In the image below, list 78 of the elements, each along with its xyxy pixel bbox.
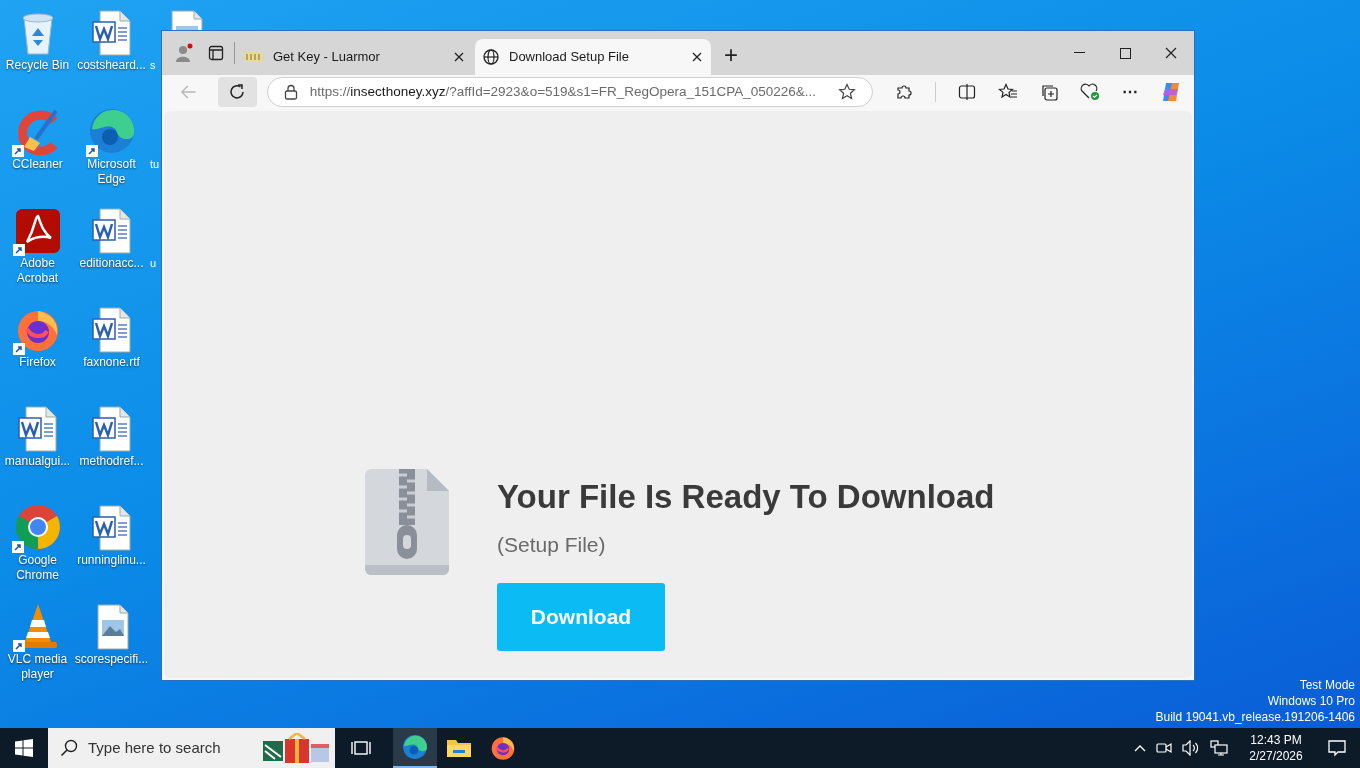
icon-label[interactable]: s (150, 58, 156, 73)
icon-label[interactable]: scorespecifi... (74, 652, 149, 667)
lock-icon[interactable] (283, 84, 298, 100)
system-notice-text: Test Mode (1299, 677, 1355, 693)
word-document-icon (91, 307, 132, 353)
zip-file-icon (365, 469, 449, 575)
word-document-icon (91, 505, 132, 551)
word-document-icon (91, 208, 132, 254)
icon-label[interactable]: editionacc... (74, 256, 149, 271)
chevron-up-icon[interactable] (1134, 744, 1146, 752)
icon-label[interactable]: faxnone.rtf (74, 355, 149, 370)
icon-label[interactable]: manualgui... (0, 454, 75, 469)
gift-boxes-drawing (263, 733, 331, 763)
maximize-icon (1119, 47, 1131, 59)
folder-icon (446, 737, 472, 759)
icon-label[interactable]: VLC media player (0, 652, 75, 682)
copilot-icon[interactable] (1160, 81, 1182, 103)
key-favicon-icon (245, 50, 263, 64)
icon-label[interactable]: u (150, 256, 157, 271)
tab-actions-icon[interactable] (208, 45, 224, 61)
globe-icon (483, 49, 499, 65)
meet-now-icon[interactable] (1156, 740, 1172, 756)
heart-check-icon[interactable] (1080, 83, 1100, 101)
system-notice-text: Build 19041.vb_release.191206-1406 (1155, 709, 1355, 725)
system-notice-text: Windows 10 Pro (1267, 693, 1355, 709)
close-icon[interactable] (453, 51, 465, 63)
split-screen-icon[interactable] (958, 83, 976, 101)
word-document-icon (17, 406, 58, 452)
firefox-icon (490, 735, 516, 761)
page-heading: Your File Is Ready To Download (497, 477, 995, 517)
tab-title: Download Setup File (509, 48, 630, 67)
close-icon (1165, 47, 1177, 59)
reload-button[interactable] (217, 77, 257, 107)
favorites-icon[interactable] (998, 83, 1018, 101)
task-view-icon (351, 739, 371, 757)
new-tab-button[interactable]: + (715, 39, 747, 71)
search-box[interactable]: Type here to search (48, 728, 335, 768)
speaker-icon[interactable] (1182, 740, 1200, 756)
icon-label[interactable]: methodref... (74, 454, 149, 469)
star-icon[interactable] (838, 83, 856, 101)
puzzle-icon[interactable] (895, 83, 913, 101)
file-type-subtitle: (Setup File) (497, 532, 607, 558)
reload-icon (228, 83, 247, 101)
search-placeholder: Type here to search (88, 737, 221, 758)
minimize-icon (1073, 52, 1085, 54)
icon-label[interactable]: tu (150, 157, 160, 172)
icon-label[interactable]: Adobe Acrobat (0, 256, 75, 286)
icon-label[interactable]: CCleaner (0, 157, 75, 172)
clock-date: 2/27/2026 (1249, 748, 1303, 764)
close-icon[interactable] (691, 51, 703, 63)
browser-tab[interactable]: Download Setup File (475, 39, 711, 75)
more-menu[interactable]: ⋯ (1122, 80, 1138, 104)
profile-avatar-icon[interactable] (174, 43, 194, 63)
word-document-icon (91, 406, 132, 452)
browser-tab[interactable]: Get Key - Luarmor (237, 39, 473, 75)
edge-icon (87, 107, 136, 155)
chrome-icon (13, 503, 62, 551)
edge-icon (402, 734, 428, 760)
url-text: https://insecthoney.xyz/?affId=2923&o=519&s1=FR_RegOpera_151CPA_050226&... (309, 82, 818, 101)
acrobat-icon (14, 208, 61, 254)
icon-label[interactable]: Microsoft Edge (74, 157, 149, 187)
network-icon[interactable] (1210, 740, 1228, 756)
icon-label[interactable]: Firefox (0, 355, 75, 370)
icon-label[interactable]: costsheard... (74, 58, 149, 73)
tab-title: Get Key - Luarmor (273, 48, 381, 67)
clock-time: 12:43 PM (1250, 732, 1302, 748)
download-button[interactable]: Download (497, 582, 665, 651)
icon-label[interactable]: Google Chrome (0, 553, 75, 583)
icon-label[interactable]: Recycle Bin (0, 58, 75, 73)
word-document-icon (91, 10, 132, 56)
icon-label[interactable]: runninglinu... (74, 553, 149, 568)
taskbar-app[interactable] (393, 728, 437, 768)
address-bar[interactable]: https://insecthoney.xyz/?affId=2923&o=519&s1=FR_RegOpera_151CPA_050226&... (266, 77, 873, 107)
collections-icon[interactable] (1040, 83, 1058, 101)
clock[interactable]: 12:43 PM 2/27/2026 (1244, 732, 1308, 764)
notification-icon[interactable] (1328, 739, 1346, 757)
search-icon (60, 739, 78, 757)
windows-logo-icon (15, 739, 33, 757)
